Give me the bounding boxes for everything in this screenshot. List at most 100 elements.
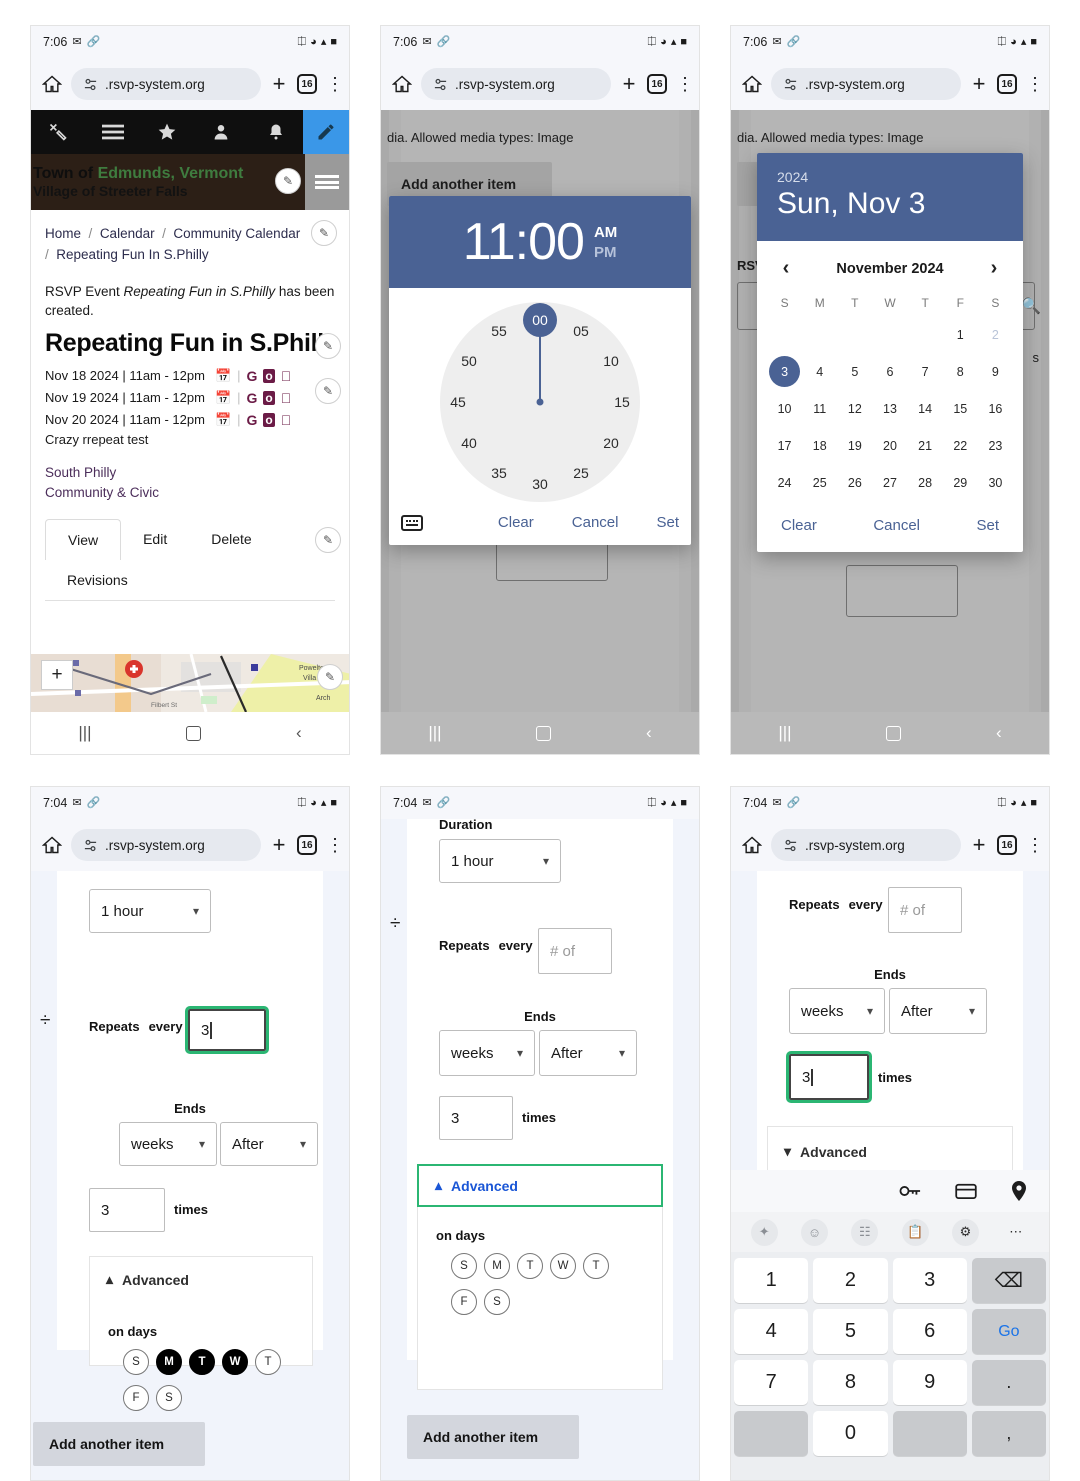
advanced-toggle[interactable]: ▾ Advanced [768,1127,1012,1170]
day-toggle-sun[interactable]: S [123,1349,149,1375]
breadcrumb-home[interactable]: Home [45,226,81,241]
tab-switcher-button[interactable]: 16 [997,835,1017,855]
tab-edit[interactable]: Edit [121,519,189,560]
person-icon[interactable] [194,110,248,154]
pencil-icon[interactable] [303,110,349,154]
mobile-menu-button[interactable] [305,154,349,210]
calendar-day-19[interactable]: 19 [837,427,872,464]
advanced-toggle[interactable]: ▴ Advanced [417,1164,663,1207]
new-tab-button[interactable]: + [620,73,638,95]
minute-10[interactable]: 10 [597,347,625,375]
apple-calendar-icon[interactable]:  [281,412,292,428]
back-button[interactable]: ‹ [996,723,1002,743]
calendar-day-29[interactable]: 29 [943,464,978,501]
new-tab-button[interactable]: + [270,73,288,95]
sticker-icon[interactable]: ☷ [851,1218,879,1246]
key-1[interactable]: 1 [734,1258,809,1303]
tab-switcher-button[interactable]: 16 [297,835,317,855]
drag-handle-icon[interactable]: ÷ [40,1011,50,1030]
day-toggle-tue[interactable]: T [189,1349,215,1375]
calendar-day-10[interactable]: 10 [767,390,802,427]
google-calendar-icon[interactable]: G [247,390,258,406]
repeat-interval-input[interactable]: 3 [185,1006,269,1054]
tab-switcher-button[interactable]: 16 [297,74,317,94]
calendar-day-15[interactable]: 15 [943,390,978,427]
calendar-day-20[interactable]: 20 [872,427,907,464]
day-toggle-wed[interactable]: W [222,1349,248,1375]
star-icon[interactable] [140,110,194,154]
calendar-day-24[interactable]: 24 [767,464,802,501]
minute-45[interactable]: 45 [444,388,472,416]
browser-menu-button[interactable]: ⋮ [1026,74,1044,95]
recents-button[interactable]: ||| [78,723,91,743]
cancel-button[interactable]: Cancel [572,514,619,531]
am-toggle[interactable]: AM [594,224,617,241]
home-button[interactable] [886,725,902,741]
set-button[interactable]: Set [656,514,679,531]
browser-menu-button[interactable]: ⋮ [1026,835,1044,856]
calendar-day-6[interactable]: 6 [872,353,907,390]
tab-view[interactable]: View [45,519,122,561]
tab-delete[interactable]: Delete [189,519,273,560]
key-9[interactable]: 9 [892,1360,967,1405]
home-icon[interactable] [42,835,62,855]
breadcrumb-calendar[interactable]: Calendar [100,226,155,241]
duration-select[interactable]: 1 hour ▾ [439,839,561,883]
contextual-edit-pencil-icon[interactable]: ✎ [315,377,341,404]
comma-key[interactable]: , [971,1411,1046,1456]
period-key[interactable]: . [971,1360,1046,1405]
tab-switcher-button[interactable]: 16 [997,74,1017,94]
ends-mode-select[interactable]: After ▾ [220,1122,318,1166]
times-input[interactable]: 3 [786,1051,872,1103]
day-toggle-mon[interactable]: M [484,1253,510,1279]
add-another-item-button[interactable]: Add another item [33,1422,205,1466]
gear-icon[interactable]: ⚙ [951,1218,979,1246]
clear-button[interactable]: Clear [781,517,817,534]
selected-year[interactable]: 2024 [777,169,1003,185]
calendar-day-3[interactable]: 3 [767,353,802,390]
calendar-day-17[interactable]: 17 [767,427,802,464]
calendar-day-8[interactable]: 8 [943,353,978,390]
browser-menu-button[interactable]: ⋮ [676,74,694,95]
keyboard-icon[interactable] [401,514,423,531]
minute-35[interactable]: 35 [485,459,513,487]
calendar-day-18[interactable]: 18 [802,427,837,464]
minute-15[interactable]: 15 [608,388,636,416]
key-2[interactable]: 2 [813,1258,888,1303]
apple-calendar-icon[interactable]:  [281,390,292,406]
outlook-calendar-icon[interactable]: o [263,412,275,427]
calendar-day-2[interactable]: 2 [978,316,1013,353]
home-button[interactable] [186,725,202,741]
minute-20[interactable]: 20 [597,429,625,457]
calendar-day-27[interactable]: 27 [872,464,907,501]
back-button[interactable]: ‹ [296,723,302,743]
repeat-interval-input[interactable]: # of [538,928,612,974]
add-to-calendar-icon[interactable]: 📅 [215,368,231,384]
interval-unit-select[interactable]: weeks ▾ [789,988,885,1034]
calendar-day-26[interactable]: 26 [837,464,872,501]
address-bar[interactable]: .rsvp-system.org [421,68,611,100]
calendar-day-1[interactable]: 1 [943,316,978,353]
address-bar[interactable]: .rsvp-system.org [771,829,961,861]
calendar-day-9[interactable]: 9 [978,353,1013,390]
event-map[interactable]: Powelton Villa Arch Filbert St + ✎ [31,654,349,712]
minute-55[interactable]: 55 [485,317,513,345]
interval-unit-select[interactable]: weeks ▾ [119,1122,217,1166]
calendar-day-23[interactable]: 23 [978,427,1013,464]
address-bar[interactable]: .rsvp-system.org [71,68,261,100]
link-south-philly[interactable]: South Philly [45,463,335,483]
drag-handle-icon[interactable]: ÷ [390,914,400,933]
browser-menu-button[interactable]: ⋮ [326,835,344,856]
add-to-calendar-icon[interactable]: 📅 [215,390,231,406]
ends-mode-select[interactable]: After ▾ [539,1030,637,1076]
times-input[interactable]: 3 [89,1188,165,1232]
calendar-day-5[interactable]: 5 [837,353,872,390]
new-tab-button[interactable]: + [970,834,988,856]
clock-face[interactable]: 00 05 10 15 20 25 30 35 40 45 50 55 [440,302,640,502]
pm-toggle[interactable]: PM [594,244,617,261]
location-pin-icon[interactable] [1011,1181,1027,1201]
chevron-right-icon[interactable]: › [983,257,1005,280]
cancel-button[interactable]: Cancel [873,517,920,534]
hammer-wrench-icon[interactable] [31,110,85,154]
times-input[interactable]: 3 [439,1096,513,1140]
